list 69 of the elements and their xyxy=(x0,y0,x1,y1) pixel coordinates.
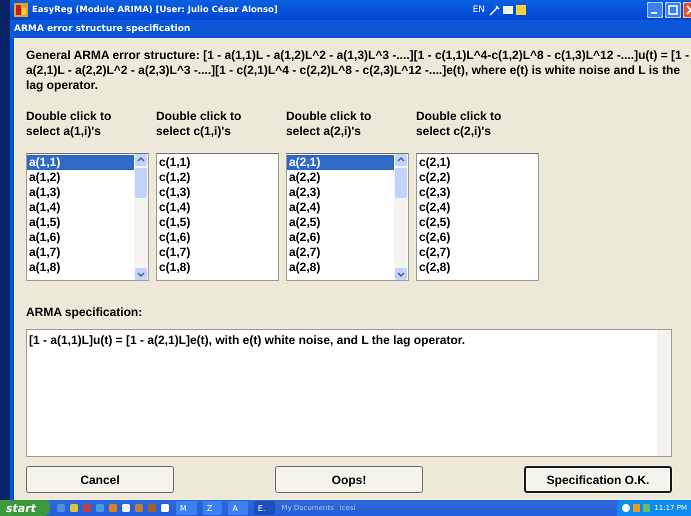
list-item[interactable]: c(2,8) xyxy=(417,260,538,275)
list-item[interactable]: a(1,2) xyxy=(27,170,134,185)
scroll-thumb[interactable] xyxy=(395,168,407,198)
scroll-down-icon[interactable] xyxy=(395,268,407,280)
minimize-icon[interactable] xyxy=(647,2,663,18)
structure-description: General ARMA error structure: [1 - a(1,1)L - a(1,2)L^2 - a(1,3)L^3 -....][1 - c(1,1)L^4-c(1,2)L^8 - c(1,3)L^12 -....]u(t) = [1 - a(2,1)L - a(2,2)L^2 - a(2,3)L^3 -....][1 - c(2,1)L^4 - c(2,2)L^8 - c(2,3)L^12 -....]e(t), where e(t) is white noise and L is the lag operator. xyxy=(26,48,690,93)
dialog-title: ARMA error structure specification xyxy=(14,24,190,34)
confirm-button[interactable]: Specification O.K. xyxy=(524,466,672,493)
quick-launch-icon[interactable] xyxy=(68,503,79,513)
undo-button[interactable]: Oops! xyxy=(275,466,423,493)
list-item[interactable]: c(2,4) xyxy=(417,200,538,215)
list-item[interactable]: c(1,6) xyxy=(157,230,278,245)
scroll-down-icon[interactable] xyxy=(135,268,147,280)
parameter-list[interactable]: a(2,1) a(2,2) a(2,3) a(2,4) a(2,5) a(2,6) a(2,7) a(2,8) xyxy=(286,153,409,281)
scroll-thumb[interactable] xyxy=(135,168,147,198)
list-item[interactable]: c(2,7) xyxy=(417,245,538,260)
list-item[interactable]: a(1,7) xyxy=(27,245,134,260)
list-item[interactable]: a(2,7) xyxy=(287,245,394,260)
list-item[interactable]: c(2,6) xyxy=(417,230,538,245)
taskbar-button[interactable]: A xyxy=(228,501,248,515)
list-item[interactable]: c(1,4) xyxy=(157,200,278,215)
taskbar-button[interactable]: E. xyxy=(254,501,276,515)
quick-launch-icon[interactable] xyxy=(160,503,170,513)
list-item[interactable]: a(2,5) xyxy=(287,215,394,230)
list-item[interactable]: a(1,1) xyxy=(27,155,134,170)
list-item[interactable]: a(1,8) xyxy=(27,260,134,275)
list-item[interactable]: c(1,1) xyxy=(157,155,278,170)
quick-launch-icon[interactable] xyxy=(120,503,131,513)
parameter-list[interactable]: c(2,1) c(2,2) c(2,3) c(2,4) c(2,5) c(2,6) c(2,7) c(2,8) xyxy=(416,153,539,281)
language-indicator[interactable]: EN xyxy=(472,5,485,15)
taskbar-button[interactable]: Z xyxy=(202,501,222,515)
list-item[interactable]: a(2,1) xyxy=(287,155,394,170)
parameter-list[interactable]: a(1,1) a(1,2) a(1,3) a(1,4) a(1,5) a(1,6) a(1,7) a(1,8) xyxy=(26,153,149,281)
list-item[interactable]: a(1,6) xyxy=(27,230,134,245)
app-icon xyxy=(14,3,28,17)
list-item[interactable]: a(1,3) xyxy=(27,185,134,200)
list-item[interactable]: c(1,8) xyxy=(157,260,278,275)
list-item[interactable]: c(2,5) xyxy=(417,215,538,230)
list-item[interactable]: c(1,2) xyxy=(157,170,278,185)
tray-icons[interactable] xyxy=(621,503,652,513)
list-item[interactable]: a(2,4) xyxy=(287,200,394,215)
list-item[interactable]: a(2,8) xyxy=(287,260,394,275)
list-item[interactable]: a(1,5) xyxy=(27,215,134,230)
list-item[interactable]: a(2,3) xyxy=(287,185,394,200)
start-button[interactable]: start xyxy=(0,500,50,516)
list-item[interactable]: c(2,1) xyxy=(417,155,538,170)
language-bar-icons[interactable] xyxy=(489,4,529,16)
list-item[interactable]: a(1,4) xyxy=(27,200,134,215)
maximize-icon[interactable] xyxy=(665,2,681,18)
list-item[interactable]: a(2,6) xyxy=(287,230,394,245)
list-item[interactable]: c(1,5) xyxy=(157,215,278,230)
scroll-up-icon[interactable] xyxy=(395,154,407,166)
list-item[interactable]: c(1,7) xyxy=(157,245,278,260)
list-heading: Double click to select a(2,i)'s xyxy=(286,109,372,140)
list-item[interactable]: c(2,2) xyxy=(417,170,538,185)
close-icon[interactable] xyxy=(683,2,691,18)
list-item[interactable]: c(1,3) xyxy=(157,185,278,200)
specification-field[interactable]: [1 - a(1,1)L]u(t) = [1 - a(2,1)L]e(t), with e(t) white noise, and L the lag operator. xyxy=(26,329,672,457)
list-heading: Double click to select c(1,i)'s xyxy=(156,109,242,140)
list-item[interactable]: a(2,2) xyxy=(287,170,394,185)
scroll-up-icon[interactable] xyxy=(135,154,147,166)
list-item[interactable]: c(2,3) xyxy=(417,185,538,200)
list-heading: Double click to select a(1,i)'s xyxy=(26,109,112,140)
parameter-list[interactable]: c(1,1) c(1,2) c(1,3) c(1,4) c(1,5) c(1,6) c(1,7) c(1,8) xyxy=(156,153,279,281)
taskbar-button[interactable]: M xyxy=(176,501,197,515)
specification-label: ARMA specification: xyxy=(26,305,144,319)
list-heading: Double click to select c(2,i)'s xyxy=(416,109,502,140)
window-title: EasyReg (Module ARIMA) [User: Julio César Alonso] xyxy=(32,5,279,15)
cancel-button[interactable]: Cancel xyxy=(26,466,174,493)
